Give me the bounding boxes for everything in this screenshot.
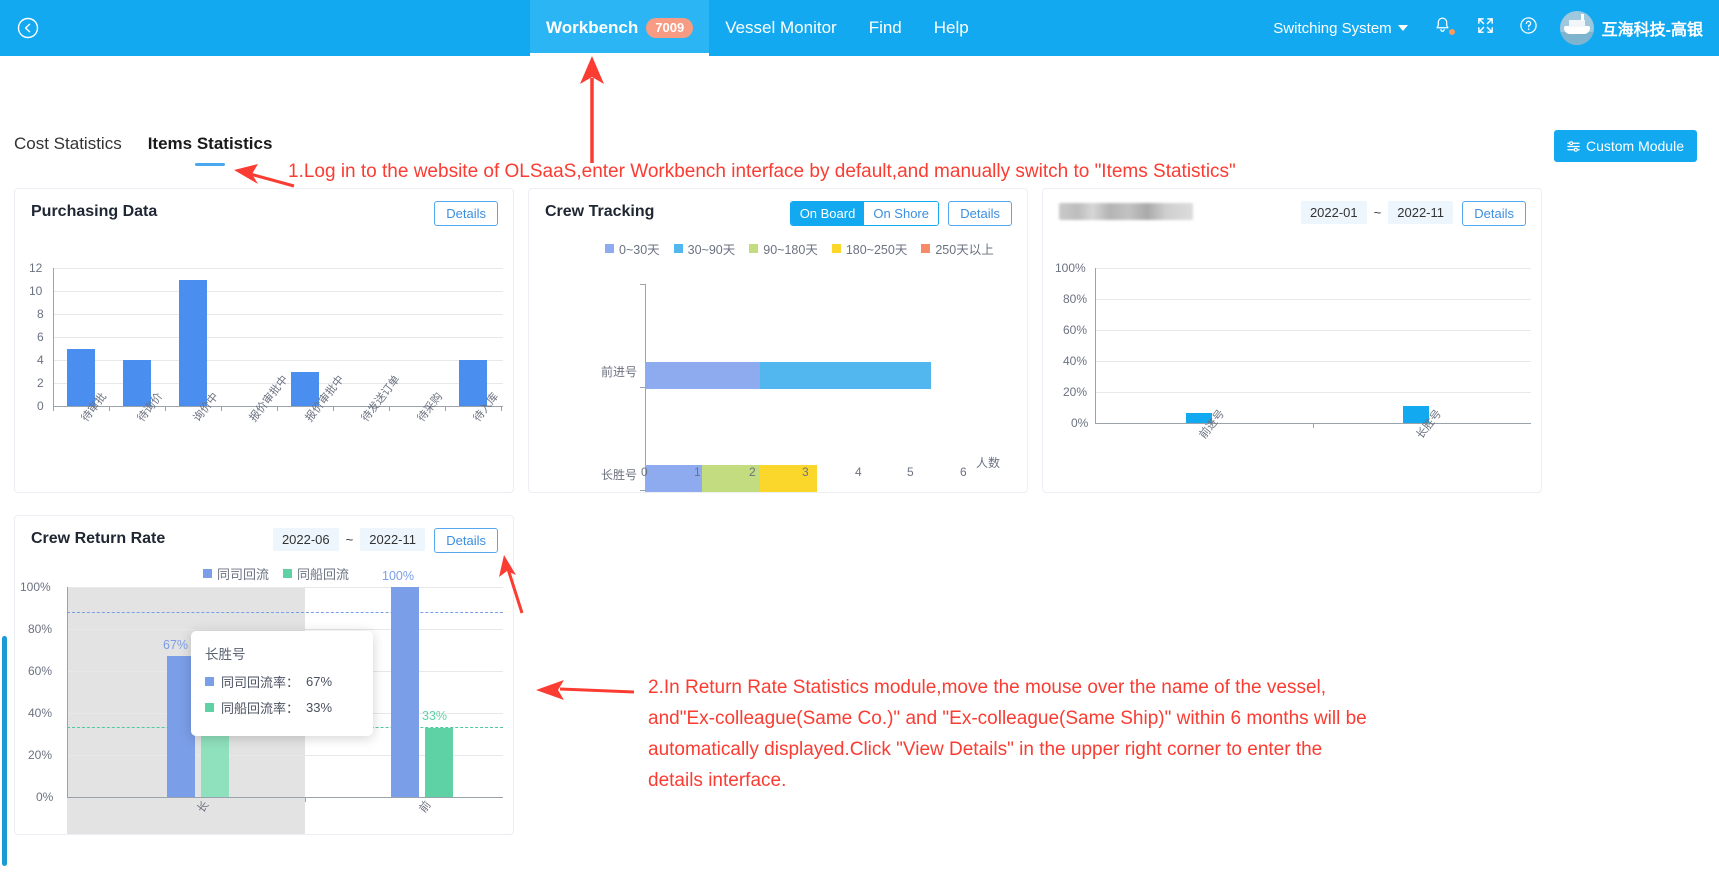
- main-nav: Workbench 7009 Vessel Monitor Find Help: [530, 0, 985, 56]
- annotation-arrow-to-details-button: [499, 555, 524, 614]
- crew-return-chart: 100% 80% 60% 40% 20% 0% 67% 100% 33% 长 前…: [15, 516, 513, 834]
- company-name: 互海科技-高银: [1601, 22, 1703, 39]
- x-tick: 3: [802, 465, 809, 479]
- tab-label: Cost Statistics: [14, 134, 122, 153]
- nav-item-vessel-monitor[interactable]: Vessel Monitor: [709, 0, 853, 56]
- y-tick: 20%: [28, 748, 53, 762]
- tooltip-value: 33%: [306, 700, 333, 715]
- nav-item-label: Find: [868, 18, 902, 37]
- stack-30-90-vessel-0[interactable]: [759, 362, 932, 389]
- y-tick-label: 长胜号: [601, 468, 638, 482]
- average-line-same-co: [67, 612, 503, 613]
- crew-tracking-chart: 前进号 长胜号: [529, 189, 1029, 494]
- y-tick: 8: [37, 307, 44, 321]
- bar-same-co-vessel-1[interactable]: [391, 587, 419, 797]
- notification-dot: [1447, 27, 1456, 36]
- bar-same-ship-vessel-0[interactable]: [201, 727, 229, 797]
- value-label-100: 100%: [382, 569, 414, 583]
- x-tick: 4: [855, 465, 862, 479]
- y-tick: 6: [37, 330, 44, 344]
- y-tick: 12: [29, 261, 43, 275]
- vessel-avatar[interactable]: [1559, 11, 1594, 45]
- y-tick: 4: [37, 353, 44, 367]
- chevron-down-icon: [1397, 25, 1408, 31]
- nav-item-label: Help: [933, 18, 969, 37]
- workbench-badge: 7009: [646, 18, 694, 38]
- question-circle-icon[interactable]: [1507, 16, 1550, 41]
- tooltip-label: 同司回流率：: [221, 675, 300, 690]
- y-tick: 60%: [28, 664, 53, 678]
- y-tick: 0%: [1071, 416, 1089, 430]
- card-redacted-statistics: 2022-01 ~ 2022-11 Details 100% 80% 60% 4…: [1042, 188, 1542, 493]
- card-crew-return-rate: Crew Return Rate 2022-06 ~ 2022-11 Detai…: [14, 515, 514, 835]
- x-tick: 5: [907, 465, 914, 479]
- y-tick-label: 前进号: [601, 365, 638, 379]
- bell-icon[interactable]: [1421, 16, 1464, 41]
- x-tick: 2: [749, 465, 756, 479]
- tooltip-swatch: [205, 703, 214, 712]
- page-scrollbar[interactable]: [2, 636, 7, 866]
- bar-same-ship-vessel-1[interactable]: [425, 727, 453, 797]
- tooltip-vessel-name: 长胜号: [205, 647, 246, 662]
- y-tick: 80%: [28, 622, 53, 636]
- annotation-arrow-to-return-rate-chart: [536, 680, 635, 700]
- annotation-arrow-to-workbench: [580, 56, 604, 163]
- y-tick: 80%: [1063, 292, 1088, 306]
- page-top-band: [12, 56, 1719, 114]
- y-tick: 2: [37, 376, 44, 390]
- nav-item-label: Vessel Monitor: [725, 18, 837, 37]
- card-crew-tracking: Crew Tracking On Board On Shore Details …: [528, 188, 1028, 493]
- tab-cost-statistics[interactable]: Cost Statistics: [14, 134, 122, 162]
- x-tick: 6: [960, 465, 967, 479]
- annotation-2-text: 2.In Return Rate Statistics module,move …: [648, 677, 1367, 791]
- tooltip-value: 67%: [306, 674, 333, 689]
- fullscreen-icon[interactable]: [1464, 16, 1507, 41]
- nav-item-label: Workbench: [546, 18, 639, 37]
- switching-system-label: Switching System: [1273, 19, 1392, 37]
- y-tick: 40%: [1063, 354, 1088, 368]
- value-label-67: 67%: [163, 638, 189, 652]
- header-right-tools: Switching System 互海科技-高银: [1260, 0, 1719, 56]
- left-rail: [0, 56, 12, 884]
- x-axis-title: 人数: [976, 456, 1001, 470]
- app-header: Workbench 7009 Vessel Monitor Find Help …: [0, 0, 1719, 56]
- redacted-chart: 100% 80% 60% 40% 20% 0% 前进号 长胜号: [1043, 189, 1543, 494]
- tab-label: Items Statistics: [147, 134, 273, 153]
- sliders-icon: [1567, 140, 1580, 152]
- tooltip-row-same-ship: 同船回流率： 33%: [205, 698, 359, 717]
- tooltip-label: 同船回流率：: [221, 701, 300, 716]
- y-tick: 100%: [20, 580, 51, 594]
- card-purchasing-data: Purchasing Data Details 12 10 8 6 4 2 0: [14, 188, 514, 493]
- purchasing-chart: 12 10 8 6 4 2 0 待审批 待询价 询价中 报价审批中 报价审批中 …: [15, 189, 515, 494]
- bar-2[interactable]: [179, 279, 207, 406]
- y-tick: 100%: [1055, 261, 1086, 275]
- tooltip-row-same-co: 同司回流率： 67%: [205, 672, 359, 691]
- stack-0-30-vessel-0[interactable]: [645, 362, 760, 389]
- tooltip-swatch: [205, 677, 214, 686]
- nav-item-help[interactable]: Help: [918, 0, 985, 56]
- x-tick-label: 前: [417, 799, 434, 816]
- back-circle-icon[interactable]: [0, 0, 56, 56]
- statistics-tabs: Cost Statistics Items Statistics: [14, 134, 272, 162]
- x-tick-label: 报价审批中: [247, 373, 291, 425]
- annotation-1-text: 1.Log in to the website of OLSaaS,enter …: [288, 161, 1236, 182]
- y-tick: 10: [29, 284, 43, 298]
- nav-item-find[interactable]: Find: [853, 0, 918, 56]
- x-tick-label: 待发送订单: [359, 373, 403, 425]
- crew-return-tooltip: 长胜号 同司回流率： 67% 同船回流率： 33%: [191, 631, 373, 736]
- custom-module-label: Custom Module: [1585, 138, 1684, 154]
- y-tick: 0: [37, 399, 44, 413]
- y-tick: 20%: [1063, 385, 1088, 399]
- switching-system-dropdown[interactable]: Switching System: [1260, 20, 1420, 37]
- x-tick: 1: [694, 465, 701, 479]
- tab-items-statistics[interactable]: Items Statistics: [148, 134, 273, 162]
- x-tick: 0: [641, 465, 648, 479]
- y-tick: 60%: [1063, 323, 1088, 337]
- y-tick: 40%: [28, 706, 53, 720]
- value-label-33: 33%: [422, 709, 448, 723]
- nav-item-workbench[interactable]: Workbench 7009: [530, 0, 710, 56]
- annotation-arrow-to-items-statistics: [234, 164, 295, 188]
- custom-module-button[interactable]: Custom Module: [1553, 130, 1697, 162]
- y-tick: 0%: [36, 790, 54, 804]
